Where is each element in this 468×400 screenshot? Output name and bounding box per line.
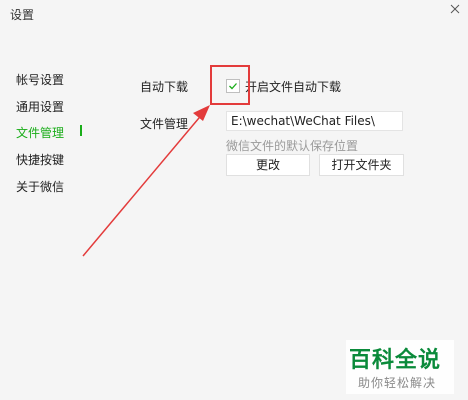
settings-window: 设置 帐号设置 通用设置 文件管理 快捷按键 关于微信 自动下载 开启文件自动下…	[0, 0, 468, 400]
watermark-logo: 百科全说 助你轻松解决	[346, 340, 454, 394]
watermark-subtitle: 助你轻松解决	[358, 376, 437, 390]
watermark-title: 百科全说	[349, 348, 442, 373]
